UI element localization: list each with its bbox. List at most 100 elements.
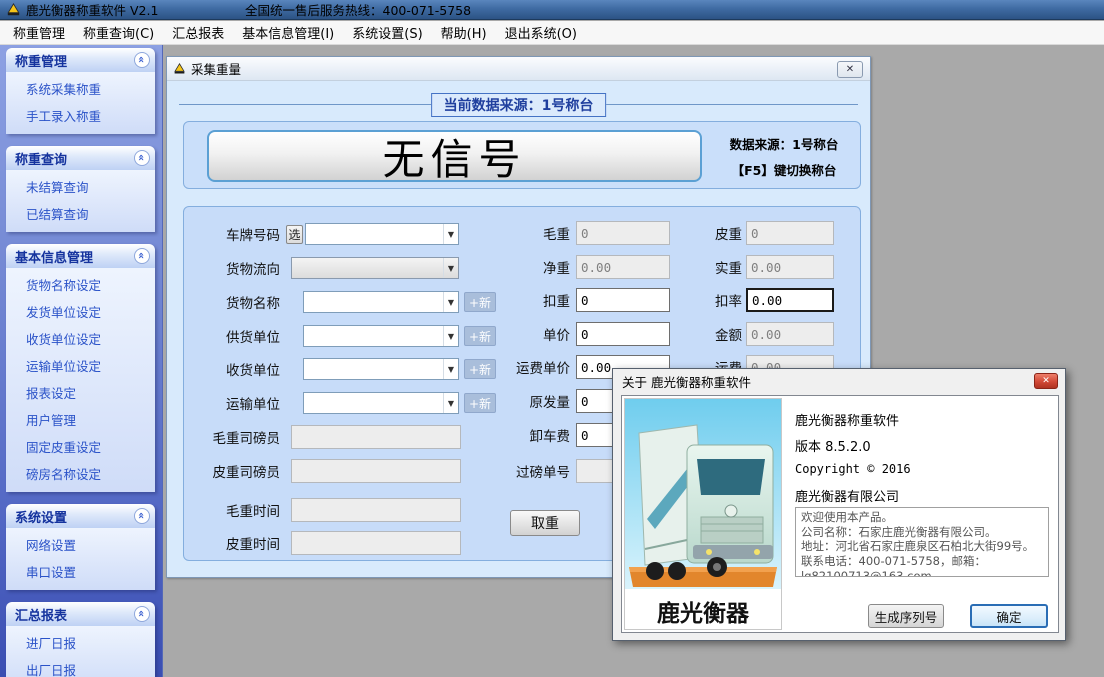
deduct-rate-row: 扣率 [184,287,862,313]
chevron-up-icon[interactable]: « [134,508,150,524]
close-icon[interactable]: ✕ [1034,373,1058,389]
sidebar-panel-basic-info: 基本信息管理 « 货物名称设定 发货单位设定 收货单位设定 运输单位设定 报表设… [6,244,155,492]
signal-panel: 无信号 数据来源：1号称台 【F5】键切换称台 [183,121,861,189]
sidebar-header-basic-info[interactable]: 基本信息管理 « [6,244,155,268]
tare-time-label: 皮重时间 [188,533,280,553]
deduct-rate-field[interactable] [746,288,834,312]
sidebar-items: 网络设置 串口设置 [6,528,155,590]
sidebar-header-weigh-query[interactable]: 称重查询 « [6,146,155,170]
sidebar-item-receiver-unit-setting[interactable]: 收货单位设定 [6,325,155,352]
app-titlebar: 鹿光衡器称重软件 V2.1 全国统一售后服务热线：400-071-5758 [0,0,1104,20]
ok-button[interactable]: 确定 [970,604,1048,628]
menu-bar: 称重管理 称重查询(C) 汇总报表 基本信息管理(I) 系统设置(S) 帮助(H… [0,21,1104,45]
unload-fee-label: 卸车费 [474,425,570,445]
amount-row: 金额 [184,321,862,347]
deduct-rate-label: 扣率 [654,290,742,310]
weight-signal-display: 无信号 [207,130,702,182]
sidebar-item-sender-unit-setting[interactable]: 发货单位设定 [6,298,155,325]
tare-weight-field[interactable] [746,221,834,245]
tare-weight-label: 皮重 [654,223,742,243]
sidebar-panel-system-settings: 系统设置 « 网络设置 串口设置 [6,504,155,590]
menu-basic-info[interactable]: 基本信息管理(I) [233,20,343,45]
truck-photo: 鹿光衡器 [624,398,782,630]
menu-help[interactable]: 帮助(H) [432,20,496,45]
source-info: 数据来源：1号称台 【F5】键切换称台 [709,122,859,190]
sidebar-items: 进厂日报 出厂日报 [6,626,155,677]
about-version: 版本 8.5.2.0 [795,436,871,455]
sidebar-item-network-settings[interactable]: 网络设置 [6,531,155,558]
source-line: 数据来源：1号称台 [730,134,839,153]
chevron-up-icon[interactable]: « [134,606,150,622]
sidebar-panel-weigh-management: 称重管理 « 系统采集称重 手工录入称重 [6,48,155,134]
weigh-ticket-number-label: 过磅单号 [474,461,570,481]
sidebar-item-manual-entry-weigh[interactable]: 手工录入称重 [6,102,155,129]
sidebar-items: 货物名称设定 发货单位设定 收货单位设定 运输单位设定 报表设定 用户管理 固定… [6,268,155,492]
sidebar-panel-summary-report: 汇总报表 « 进厂日报 出厂日报 [6,602,155,677]
app-logo-icon [6,3,21,17]
tare-weight-row: 皮重 [184,220,862,246]
amount-label: 金额 [654,324,742,344]
app-title: 鹿光衡器称重软件 V2.1 [26,0,158,19]
menu-weigh-management[interactable]: 称重管理 [4,20,74,45]
sidebar-header-system-settings[interactable]: 系统设置 « [6,504,155,528]
menu-summary-report[interactable]: 汇总报表 [163,20,233,45]
tare-time-row: 皮重时间 [184,530,504,556]
switch-scale-hint: 【F5】键切换称台 [732,160,837,179]
original-quantity-label: 原发量 [474,391,570,411]
capture-window-titlebar[interactable]: 采集重量 [167,57,870,81]
sidebar-item-inbound-daily-report[interactable]: 进厂日报 [6,629,155,656]
sidebar-header-summary-report[interactable]: 汇总报表 « [6,602,155,626]
menu-weigh-query[interactable]: 称重查询(C) [74,20,163,45]
about-copyright: Copyright © 2016 [795,462,911,476]
sidebar-item-goods-name-setting[interactable]: 货物名称设定 [6,271,155,298]
generate-serial-button[interactable]: 生成序列号 [868,604,944,628]
sidebar-items: 未结算查询 已结算查询 [6,170,155,232]
tare-time-field[interactable] [291,531,461,555]
chevron-up-icon[interactable]: « [134,150,150,166]
chevron-up-icon[interactable]: « [134,52,150,68]
about-dialog-titlebar[interactable]: 关于 鹿光衡器称重软件 [613,369,1065,393]
sidebar-header-label: 基本信息管理 [15,247,93,266]
sidebar-header-weigh-management[interactable]: 称重管理 « [6,48,155,72]
sidebar-item-serial-port-settings[interactable]: 串口设置 [6,558,155,585]
gross-time-field[interactable] [291,498,461,522]
sidebar-panel-weigh-query: 称重查询 « 未结算查询 已结算查询 [6,146,155,232]
sidebar-item-system-collect-weigh[interactable]: 系统采集称重 [6,75,155,102]
amount-field[interactable] [746,322,834,346]
about-dialog: 关于 鹿光衡器称重软件 ✕ [612,368,1066,641]
truck-illustration: 鹿光衡器 [625,399,781,629]
close-icon[interactable]: ✕ [837,61,863,78]
about-dialog-content: 鹿光衡器 鹿光衡器称重软件 版本 8.5.2.0 Copyright © 201… [621,395,1059,633]
sidebar: 称重管理 « 系统采集称重 手工录入称重 称重查询 « 未结算查询 已结算查询 … [0,45,163,677]
sidebar-header-label: 称重管理 [15,51,67,70]
window-logo-icon [173,63,186,75]
svg-text:鹿光衡器: 鹿光衡器 [657,600,750,627]
sidebar-item-unsettled-query[interactable]: 未结算查询 [6,173,155,200]
chevron-up-icon[interactable]: « [134,248,150,264]
sidebar-item-outbound-daily-report[interactable]: 出厂日报 [6,656,155,677]
sidebar-header-label: 称重查询 [15,149,67,168]
sidebar-item-weighhouse-name-setting[interactable]: 磅房名称设定 [6,460,155,487]
gross-time-label: 毛重时间 [188,500,280,520]
capture-window-title: 采集重量 [191,59,241,78]
sidebar-header-label: 系统设置 [15,507,67,526]
about-info-box: 欢迎使用本产品。 公司名称：石家庄鹿光衡器有限公司。 地址：河北省石家庄鹿泉区石… [795,507,1049,577]
sidebar-header-label: 汇总报表 [15,605,67,624]
take-weight-button[interactable]: 取重 [510,510,580,536]
about-company: 鹿光衡器有限公司 [795,486,899,505]
sidebar-items: 系统采集称重 手工录入称重 [6,72,155,134]
sidebar-item-transport-unit-setting[interactable]: 运输单位设定 [6,352,155,379]
current-source-legend: 当前数据来源：1号称台 [431,93,607,117]
sidebar-item-report-setting[interactable]: 报表设定 [6,379,155,406]
sidebar-item-fixed-tare-setting[interactable]: 固定皮重设定 [6,433,155,460]
actual-weight-label: 实重 [654,257,742,277]
sidebar-item-settled-query[interactable]: 已结算查询 [6,200,155,227]
actual-weight-field[interactable] [746,255,834,279]
about-dialog-title: 关于 鹿光衡器称重软件 [622,372,751,391]
sidebar-item-user-management[interactable]: 用户管理 [6,406,155,433]
actual-weight-row: 实重 [184,254,862,280]
menu-system-settings[interactable]: 系统设置(S) [343,20,431,45]
about-product-name: 鹿光衡器称重软件 [795,410,899,429]
hotline-text: 全国统一售后服务热线：400-071-5758 [245,0,471,19]
menu-exit[interactable]: 退出系统(O) [496,20,586,45]
